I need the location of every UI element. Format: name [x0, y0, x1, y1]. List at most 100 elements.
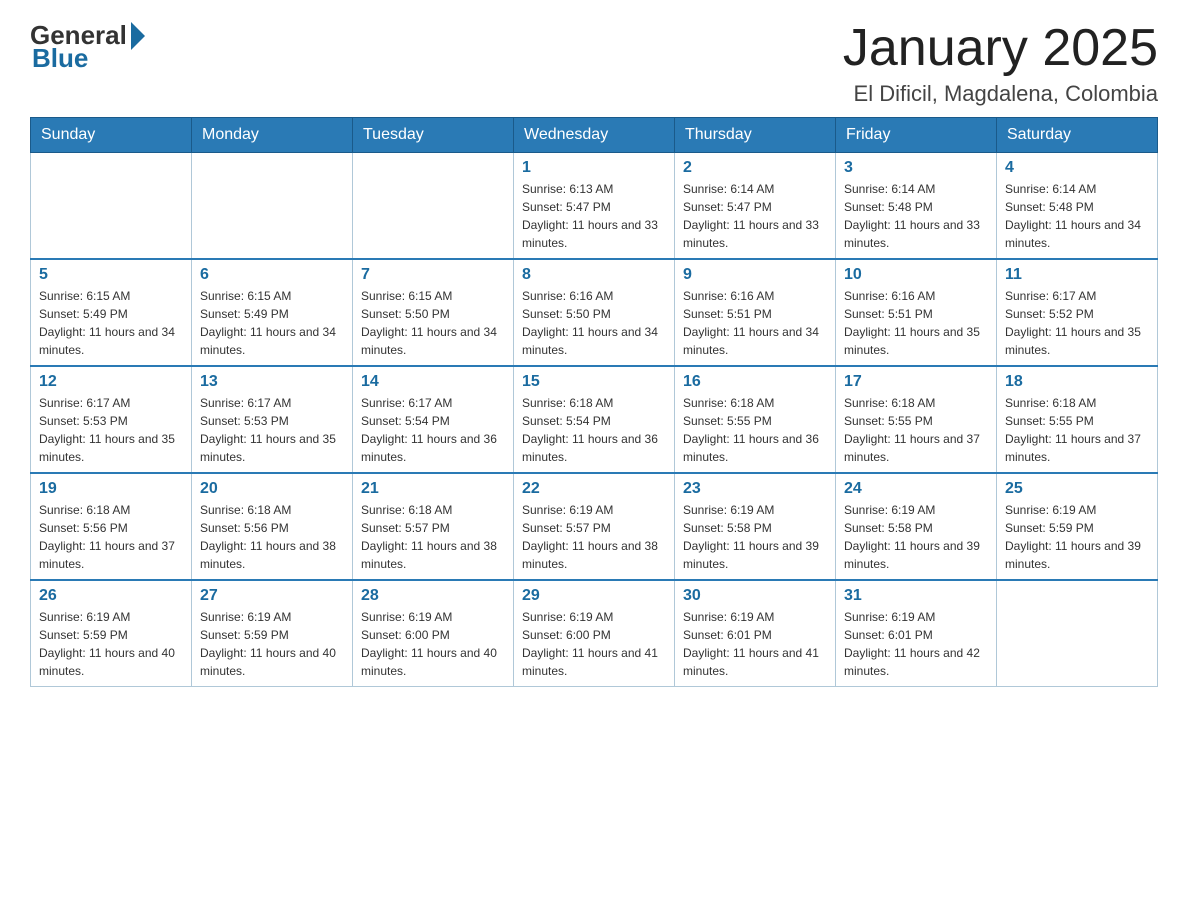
calendar-cell: 24Sunrise: 6:19 AMSunset: 5:58 PMDayligh…	[836, 473, 997, 580]
day-number: 20	[200, 480, 344, 498]
calendar-cell: 13 Sunrise: 6:17 AMSunset: 5:53 PMDayligh…	[192, 366, 353, 473]
calendar-day-header: Sunday	[31, 118, 192, 153]
day-number: 2	[683, 159, 827, 177]
day-info: Sunrise: 6:14 AMSunset: 5:48 PMDaylight:…	[844, 180, 988, 252]
day-number: 23	[683, 480, 827, 498]
calendar-cell: 17 Sunrise: 6:18 AMSunset: 5:55 PMDayligh…	[836, 366, 997, 473]
calendar-week-row: 5 Sunrise: 6:15 AMSunset: 5:49 PMDaylight…	[31, 259, 1158, 366]
day-info: Sunrise: 6:17 AMSunset: 5:53 PMDaylight:…	[39, 394, 183, 466]
day-number: 18	[1005, 373, 1149, 391]
day-info: Sunrise: 6:18 AMSunset: 5:56 PMDaylight:…	[200, 501, 344, 573]
calendar-cell: 31 Sunrise: 6:19 AMSunset: 6:01 PMDayligh…	[836, 580, 997, 687]
calendar-cell: 6 Sunrise: 6:15 AMSunset: 5:49 PMDaylight…	[192, 259, 353, 366]
page-subtitle: El Dificil, Magdalena, Colombia	[843, 81, 1158, 107]
logo: General Blue	[30, 20, 145, 74]
calendar-cell	[31, 153, 192, 260]
day-info: Sunrise: 6:19 AMSunset: 6:01 PMDaylight:…	[844, 608, 988, 680]
calendar-cell: 5Sunrise: 6:15 AMSunset: 5:49 PMDaylight…	[31, 259, 192, 366]
calendar-day-header: Saturday	[997, 118, 1158, 153]
day-number: 14	[361, 373, 505, 391]
calendar-day-header: Tuesday	[353, 118, 514, 153]
day-number: 13	[200, 373, 344, 391]
day-info: Sunrise: 6:15 AMSunset: 5:50 PMDaylight:…	[361, 287, 505, 359]
day-number: 6	[200, 266, 344, 284]
day-info: Sunrise: 6:18 AMSunset: 5:55 PMDaylight:…	[1005, 394, 1149, 466]
calendar-cell: 7 Sunrise: 6:15 AMSunset: 5:50 PMDaylight…	[353, 259, 514, 366]
calendar-day-header: Friday	[836, 118, 997, 153]
calendar-cell: 12Sunrise: 6:17 AMSunset: 5:53 PMDayligh…	[31, 366, 192, 473]
page-title: January 2025	[843, 20, 1158, 77]
calendar-week-row: 1Sunrise: 6:13 AMSunset: 5:47 PMDaylight…	[31, 153, 1158, 260]
calendar-cell: 28 Sunrise: 6:19 AMSunset: 6:00 PMDayligh…	[353, 580, 514, 687]
calendar-cell: 19 Sunrise: 6:18 AMSunset: 5:56 PMDayligh…	[31, 473, 192, 580]
day-number: 21	[361, 480, 505, 498]
day-number: 29	[522, 587, 666, 605]
calendar-cell: 11 Sunrise: 6:17 AMSunset: 5:52 PMDayligh…	[997, 259, 1158, 366]
calendar-cell: 21 Sunrise: 6:18 AMSunset: 5:57 PMDayligh…	[353, 473, 514, 580]
day-number: 27	[200, 587, 344, 605]
day-info: Sunrise: 6:14 AMSunset: 5:48 PMDaylight:…	[1005, 180, 1149, 252]
day-number: 22	[522, 480, 666, 498]
day-info: Sunrise: 6:16 AMSunset: 5:51 PMDaylight:…	[683, 287, 827, 359]
page-header: General Blue January 2025 El Dificil, Ma…	[30, 20, 1158, 107]
day-number: 19	[39, 480, 183, 498]
day-info: Sunrise: 6:17 AMSunset: 5:52 PMDaylight:…	[1005, 287, 1149, 359]
calendar-cell: 23 Sunrise: 6:19 AMSunset: 5:58 PMDayligh…	[675, 473, 836, 580]
day-number: 16	[683, 373, 827, 391]
logo-arrow-icon	[131, 22, 145, 50]
calendar-cell: 14Sunrise: 6:17 AMSunset: 5:54 PMDayligh…	[353, 366, 514, 473]
day-info: Sunrise: 6:19 AMSunset: 5:57 PMDaylight:…	[522, 501, 666, 573]
day-number: 5	[39, 266, 183, 284]
calendar-week-row: 26Sunrise: 6:19 AMSunset: 5:59 PMDayligh…	[31, 580, 1158, 687]
day-number: 7	[361, 266, 505, 284]
day-number: 17	[844, 373, 988, 391]
day-info: Sunrise: 6:19 AMSunset: 6:01 PMDaylight:…	[683, 608, 827, 680]
day-info: Sunrise: 6:18 AMSunset: 5:56 PMDaylight:…	[39, 501, 183, 573]
day-info: Sunrise: 6:19 AMSunset: 5:59 PMDaylight:…	[200, 608, 344, 680]
calendar-day-header: Wednesday	[514, 118, 675, 153]
day-number: 8	[522, 266, 666, 284]
day-number: 24	[844, 480, 988, 498]
calendar-table: SundayMondayTuesdayWednesdayThursdayFrid…	[30, 117, 1158, 687]
day-number: 28	[361, 587, 505, 605]
day-number: 3	[844, 159, 988, 177]
calendar-cell: 2 Sunrise: 6:14 AMSunset: 5:47 PMDaylight…	[675, 153, 836, 260]
day-info: Sunrise: 6:19 AMSunset: 6:00 PMDaylight:…	[522, 608, 666, 680]
title-block: January 2025 El Dificil, Magdalena, Colo…	[843, 20, 1158, 107]
day-number: 25	[1005, 480, 1149, 498]
calendar-cell: 8Sunrise: 6:16 AMSunset: 5:50 PMDaylight…	[514, 259, 675, 366]
day-number: 10	[844, 266, 988, 284]
day-info: Sunrise: 6:16 AMSunset: 5:51 PMDaylight:…	[844, 287, 988, 359]
calendar-cell: 15Sunrise: 6:18 AMSunset: 5:54 PMDayligh…	[514, 366, 675, 473]
day-info: Sunrise: 6:18 AMSunset: 5:57 PMDaylight:…	[361, 501, 505, 573]
day-info: Sunrise: 6:13 AMSunset: 5:47 PMDaylight:…	[522, 180, 666, 252]
calendar-cell: 20 Sunrise: 6:18 AMSunset: 5:56 PMDayligh…	[192, 473, 353, 580]
calendar-week-row: 12Sunrise: 6:17 AMSunset: 5:53 PMDayligh…	[31, 366, 1158, 473]
day-info: Sunrise: 6:15 AMSunset: 5:49 PMDaylight:…	[200, 287, 344, 359]
calendar-cell: 26Sunrise: 6:19 AMSunset: 5:59 PMDayligh…	[31, 580, 192, 687]
day-info: Sunrise: 6:18 AMSunset: 5:54 PMDaylight:…	[522, 394, 666, 466]
calendar-cell: 22 Sunrise: 6:19 AMSunset: 5:57 PMDayligh…	[514, 473, 675, 580]
day-number: 11	[1005, 266, 1149, 284]
calendar-cell: 25 Sunrise: 6:19 AMSunset: 5:59 PMDayligh…	[997, 473, 1158, 580]
day-info: Sunrise: 6:19 AMSunset: 5:59 PMDaylight:…	[1005, 501, 1149, 573]
day-info: Sunrise: 6:17 AMSunset: 5:53 PMDaylight:…	[200, 394, 344, 466]
calendar-cell	[192, 153, 353, 260]
calendar-day-header: Thursday	[675, 118, 836, 153]
day-number: 4	[1005, 159, 1149, 177]
calendar-header-row: SundayMondayTuesdayWednesdayThursdayFrid…	[31, 118, 1158, 153]
day-info: Sunrise: 6:18 AMSunset: 5:55 PMDaylight:…	[844, 394, 988, 466]
day-info: Sunrise: 6:19 AMSunset: 6:00 PMDaylight:…	[361, 608, 505, 680]
calendar-cell: 4 Sunrise: 6:14 AMSunset: 5:48 PMDaylight…	[997, 153, 1158, 260]
calendar-cell	[997, 580, 1158, 687]
calendar-cell: 3 Sunrise: 6:14 AMSunset: 5:48 PMDaylight…	[836, 153, 997, 260]
day-number: 31	[844, 587, 988, 605]
day-number: 30	[683, 587, 827, 605]
calendar-cell: 18 Sunrise: 6:18 AMSunset: 5:55 PMDayligh…	[997, 366, 1158, 473]
calendar-cell: 27 Sunrise: 6:19 AMSunset: 5:59 PMDayligh…	[192, 580, 353, 687]
day-info: Sunrise: 6:19 AMSunset: 5:58 PMDaylight:…	[683, 501, 827, 573]
day-info: Sunrise: 6:14 AMSunset: 5:47 PMDaylight:…	[683, 180, 827, 252]
day-info: Sunrise: 6:19 AMSunset: 5:59 PMDaylight:…	[39, 608, 183, 680]
calendar-cell: 10 Sunrise: 6:16 AMSunset: 5:51 PMDayligh…	[836, 259, 997, 366]
calendar-cell: 29 Sunrise: 6:19 AMSunset: 6:00 PMDayligh…	[514, 580, 675, 687]
